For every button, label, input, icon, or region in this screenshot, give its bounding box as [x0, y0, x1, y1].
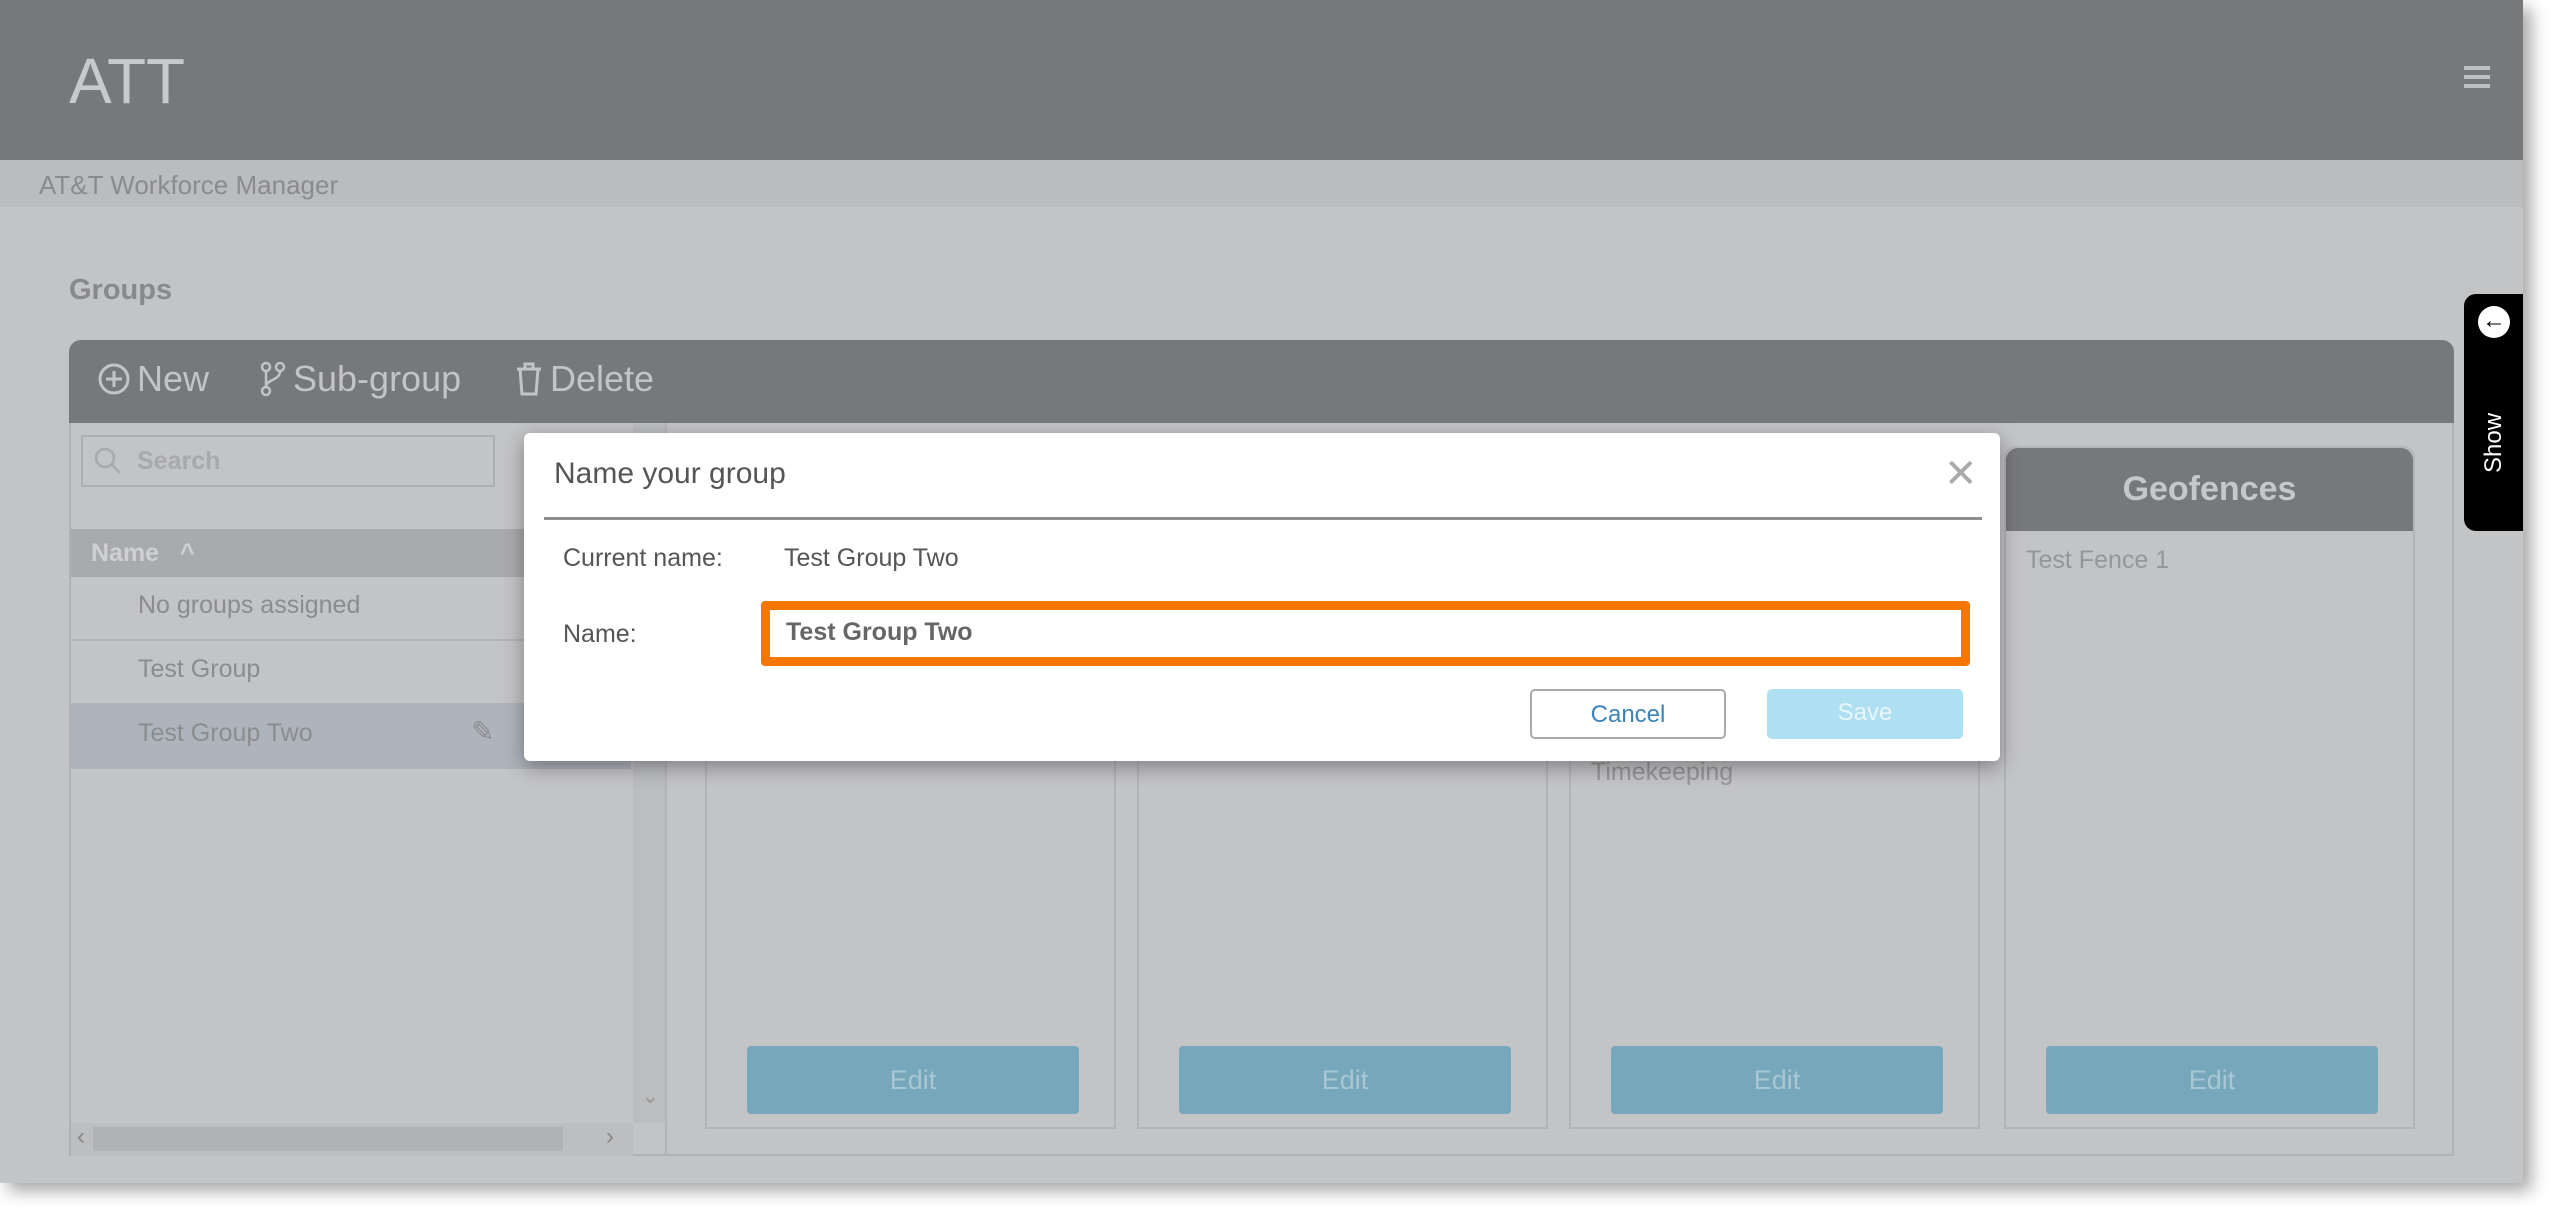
chevron-right-icon[interactable]: ›	[606, 1123, 614, 1151]
name-input[interactable]: Test Group Two	[761, 601, 1970, 666]
show-label: Show	[2480, 412, 2507, 473]
rename-dialog: Name your group ✕ Current name: Test Gro…	[524, 433, 2000, 761]
card-geofences: Geofences Test Fence 1 Edit	[2004, 446, 2415, 1129]
name-label: Name:	[563, 620, 637, 648]
edit-button[interactable]: Edit	[1179, 1046, 1511, 1114]
row-label: Test Group Two	[138, 719, 313, 747]
show-tab[interactable]: ← Show	[2464, 294, 2523, 531]
subheader: AT&T Workforce Manager	[0, 160, 2523, 207]
save-button[interactable]: Save	[1767, 689, 1963, 739]
scroll-thumb[interactable]	[93, 1127, 563, 1151]
cancel-button[interactable]: Cancel	[1530, 689, 1726, 739]
search-icon	[94, 447, 121, 474]
pencil-icon[interactable]: ✎	[471, 715, 494, 748]
toolbar: New Sub-group Delete	[69, 340, 2454, 423]
trash-icon	[517, 362, 541, 396]
logo: ATT	[69, 45, 186, 117]
branch-icon	[260, 361, 286, 397]
hamburger-icon[interactable]	[2464, 66, 2490, 88]
row-label: Test Group	[138, 655, 261, 683]
page-title: Groups	[69, 274, 173, 306]
close-icon[interactable]: ✕	[1944, 451, 1978, 497]
card-item[interactable]: Test Fence 1	[2026, 546, 2169, 575]
new-label: New	[137, 358, 210, 399]
plus-circle-icon	[98, 363, 130, 395]
arrow-left-circle-icon: ←	[2478, 306, 2510, 338]
edit-button[interactable]: Edit	[1611, 1046, 1943, 1114]
chevron-down-icon[interactable]: ⌄	[641, 1083, 659, 1109]
divider	[544, 517, 1982, 520]
subgroup-button[interactable]: Sub-group	[259, 358, 461, 400]
current-name-value: Test Group Two	[784, 544, 959, 572]
delete-button[interactable]: Delete	[514, 358, 654, 400]
top-bar: ATT	[0, 0, 2523, 160]
search-input[interactable]: Search	[81, 435, 495, 487]
card-title: Geofences	[2006, 448, 2413, 531]
subgroup-label: Sub-group	[293, 358, 462, 399]
app-name: AT&T Workforce Manager	[39, 170, 339, 200]
sort-asc-icon: ^	[180, 539, 195, 567]
search-placeholder: Search	[137, 446, 221, 475]
dialog-title: Name your group	[554, 457, 786, 490]
new-button[interactable]: New	[97, 358, 209, 400]
delete-label: Delete	[550, 358, 655, 399]
chevron-left-icon[interactable]: ‹	[77, 1123, 85, 1151]
column-label: Name	[91, 539, 160, 567]
current-name-label: Current name:	[563, 544, 723, 572]
edit-button[interactable]: Edit	[747, 1046, 1079, 1114]
card-item: Timekeeping	[1591, 758, 1734, 786]
row-label: No groups assigned	[138, 591, 361, 619]
edit-button[interactable]: Edit	[2046, 1046, 2378, 1114]
horizontal-scrollbar[interactable]: ‹ ›	[71, 1123, 633, 1156]
